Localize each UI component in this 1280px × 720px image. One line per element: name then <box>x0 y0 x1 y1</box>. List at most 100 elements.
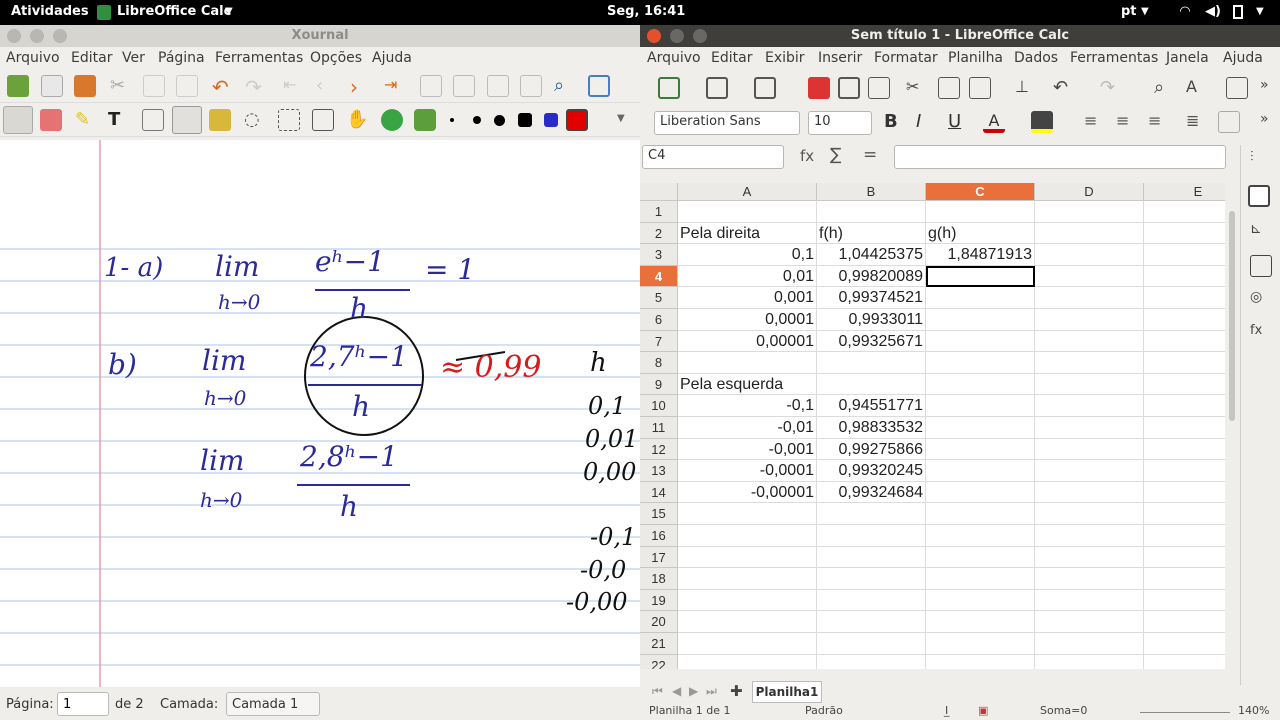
align-right-icon[interactable]: ≡ <box>1148 111 1170 133</box>
cell-d7[interactable] <box>1035 330 1144 353</box>
row-header[interactable]: 20 <box>640 611 678 633</box>
cell-d18[interactable] <box>1035 568 1144 590</box>
cell-c21[interactable] <box>926 633 1035 655</box>
row-header[interactable]: 12 <box>640 438 678 461</box>
vertical-scrollbar[interactable] <box>1225 201 1239 671</box>
cell-a5[interactable]: 0,001 <box>678 287 817 309</box>
menu-janela[interactable]: Janela <box>1166 50 1209 66</box>
functions-icon[interactable]: fx <box>1250 323 1272 345</box>
cell-a17[interactable] <box>678 546 817 569</box>
save-icon[interactable] <box>7 75 29 97</box>
sum-icon[interactable]: ∑ <box>830 145 841 165</box>
menu-opcoes[interactable]: Opções <box>310 50 362 66</box>
zoom-100-icon[interactable] <box>487 75 509 97</box>
previous-page-icon[interactable]: ‹ <box>316 75 338 97</box>
cell-b21[interactable] <box>817 633 926 655</box>
cell-b13[interactable]: 0,99320245 <box>817 460 926 482</box>
cell-a7[interactable]: 0,00001 <box>678 330 817 353</box>
cell-b12[interactable]: 0,99275866 <box>817 438 926 461</box>
cell-d3[interactable] <box>1035 244 1144 266</box>
first-page-icon[interactable]: ⇤ <box>283 75 305 97</box>
cell-b1[interactable] <box>817 201 926 223</box>
cell-b6[interactable]: 0,9933011 <box>817 309 926 331</box>
color-black-icon[interactable] <box>518 113 532 127</box>
cell-e5[interactable] <box>1144 287 1225 309</box>
merge-cells-icon[interactable] <box>1218 111 1240 133</box>
row-header[interactable]: 21 <box>640 633 678 655</box>
cell-d14[interactable] <box>1035 481 1144 504</box>
last-sheet-icon[interactable]: ⏭ <box>706 684 717 699</box>
thick-stroke-icon[interactable] <box>494 115 505 126</box>
cell-c5[interactable] <box>926 287 1035 309</box>
cell-b5[interactable]: 0,99374521 <box>817 287 926 309</box>
font-name-combo[interactable]: Liberation Sans <box>654 111 800 135</box>
eraser-icon[interactable] <box>40 109 62 131</box>
menu-pagina[interactable]: Página <box>158 50 205 66</box>
menu-ferramentas[interactable]: Ferramentas <box>215 50 303 66</box>
cell-c12[interactable] <box>926 438 1035 461</box>
row-header[interactable]: 4 <box>640 265 678 288</box>
zoom-out-icon[interactable] <box>420 75 442 97</box>
menu-ajuda[interactable]: Ajuda <box>1223 50 1263 66</box>
cut-icon[interactable]: ✂ <box>110 75 132 97</box>
cell-c14[interactable] <box>926 481 1035 504</box>
cell-c18[interactable] <box>926 568 1035 590</box>
cell-c17[interactable] <box>926 546 1035 569</box>
menu-arquivo[interactable]: Arquivo <box>647 50 701 66</box>
cell-a19[interactable] <box>678 589 817 612</box>
cell-a13[interactable]: -0,0001 <box>678 460 817 482</box>
paste-icon[interactable] <box>176 75 198 97</box>
search-icon[interactable]: ⌕ <box>554 75 576 97</box>
cell-c22[interactable] <box>926 654 1035 669</box>
zoom-slider[interactable] <box>1140 712 1230 713</box>
cell-a3[interactable]: 0,1 <box>678 244 817 266</box>
cell-d16[interactable] <box>1035 525 1144 547</box>
copy-icon[interactable] <box>938 77 960 99</box>
paste-icon[interactable] <box>969 77 991 99</box>
cell-d19[interactable] <box>1035 589 1144 612</box>
navigator-icon[interactable]: ◎ <box>1250 289 1272 311</box>
cell-e17[interactable] <box>1144 547 1225 569</box>
cell-e22[interactable] <box>1144 655 1225 669</box>
row-header[interactable]: 19 <box>640 589 678 612</box>
row-header[interactable]: 16 <box>640 525 678 547</box>
insert-mode-icon[interactable]: I̲ <box>945 704 948 717</box>
highlighter-icon[interactable]: ✎ <box>75 109 97 131</box>
color-blue-icon[interactable] <box>544 113 558 127</box>
cell-e8[interactable] <box>1144 352 1225 374</box>
cell-c11[interactable] <box>926 417 1035 439</box>
cell-e12[interactable] <box>1144 439 1225 461</box>
cell-a9[interactable]: Pela esquerda <box>678 373 817 396</box>
cell-d2[interactable] <box>1035 222 1144 245</box>
cell-a12[interactable]: -0,001 <box>678 438 817 461</box>
cell-c15[interactable] <box>926 503 1035 525</box>
menu-ajuda[interactable]: Ajuda <box>372 50 412 66</box>
menu-dados[interactable]: Dados <box>1014 50 1058 66</box>
cell-a8[interactable] <box>678 352 817 374</box>
export-pdf-icon[interactable] <box>808 77 830 99</box>
image-tool-icon[interactable] <box>142 109 164 131</box>
cell-d5[interactable] <box>1035 287 1144 309</box>
cell-e1[interactable] <box>1144 201 1225 223</box>
row-header[interactable]: 3 <box>640 244 678 266</box>
menu-ferramentas[interactable]: Ferramentas <box>1070 50 1158 66</box>
cell-e7[interactable] <box>1144 331 1225 353</box>
hand-tool-icon[interactable]: ✋ <box>346 109 368 131</box>
print-preview-icon[interactable] <box>868 77 890 99</box>
row-header[interactable]: 1 <box>640 201 678 223</box>
clone-format-icon[interactable]: ⊥ <box>1015 77 1037 99</box>
cell-a11[interactable]: -0,01 <box>678 417 817 439</box>
cell-b18[interactable] <box>817 568 926 590</box>
cell-c2[interactable]: g(h) <box>926 222 1035 245</box>
cell-c16[interactable] <box>926 525 1035 547</box>
scroll-thumb[interactable] <box>1229 211 1235 421</box>
cell-b4[interactable]: 0,99820089 <box>817 265 926 288</box>
cell-b8[interactable] <box>817 352 926 374</box>
cell-a18[interactable] <box>678 568 817 590</box>
cell-a22[interactable] <box>678 654 817 669</box>
cell-e11[interactable] <box>1144 417 1225 439</box>
open-icon[interactable] <box>74 75 96 97</box>
new-page-icon[interactable] <box>41 75 63 97</box>
cell-e16[interactable] <box>1144 525 1225 547</box>
cell-d17[interactable] <box>1035 546 1144 569</box>
